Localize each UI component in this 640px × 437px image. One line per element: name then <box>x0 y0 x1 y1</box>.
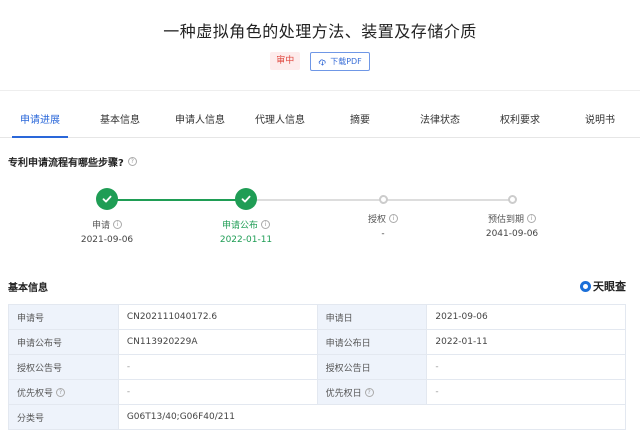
table-row: 申请公布号 CN113920229A 申请公布日 2022-01-11 <box>8 329 626 355</box>
step-label: 申请公布 i <box>186 218 306 231</box>
tab-description[interactable]: 说明书 <box>560 104 640 137</box>
table-value: CN113920229A <box>117 329 318 355</box>
step-apply-date: 2021-09-06 <box>80 235 134 245</box>
divider <box>0 90 640 91</box>
help-icon[interactable]: ? <box>56 387 66 397</box>
tab-legal-status[interactable]: 法律状态 <box>400 104 480 137</box>
table-row: 分类号 G06T13/40;G06F40/211 <box>8 404 627 430</box>
table-key: 申请公布日 <box>316 329 428 355</box>
help-icon[interactable]: i <box>527 214 536 223</box>
table-row: 优先权号? - 优先权日? - <box>8 379 626 405</box>
brand-logo[interactable]: 天眼查 <box>580 278 626 294</box>
table-value: G06T13/40;G06F40/211 <box>117 404 627 430</box>
basic-info-title: 基本信息 <box>8 283 48 294</box>
process-question: 专利申请流程有哪些步骤? ? <box>8 154 137 169</box>
step-apply-label: 申请 <box>91 221 110 231</box>
check-icon <box>96 188 118 210</box>
basic-info-table: 申请号 CN202111040172.6 申请日 2021-09-06 申请公布… <box>8 304 627 430</box>
step-expiry-label: 预估到期 <box>487 215 524 225</box>
help-icon[interactable]: i <box>389 214 398 223</box>
tab-applicant-info[interactable]: 申请人信息 <box>160 104 240 137</box>
brand-name: 天眼查 <box>593 280 626 293</box>
table-key: 申请日 <box>316 304 428 330</box>
step-publication-label: 申请公布 <box>221 221 258 231</box>
table-key: 申请公布号 <box>8 329 119 355</box>
table-value: - <box>426 379 626 405</box>
tab-bar: 申请进展 基本信息 申请人信息 代理人信息 摘要 法律状态 权利要求 说明书 <box>0 104 640 138</box>
tianyancha-logo-icon <box>580 280 591 292</box>
pending-dot-icon <box>378 195 388 204</box>
table-key: 优先权日? <box>316 379 428 405</box>
header-badges: 审中 下载PDF <box>0 52 640 71</box>
step-grant-date: - <box>381 229 385 239</box>
tab-basic-info[interactable]: 基本信息 <box>80 104 160 137</box>
progress-steps: 申请 i 2021-09-06 申请公布 i 2022-01-11 授权 i -… <box>0 186 640 256</box>
tab-abstract[interactable]: 摘要 <box>320 104 400 137</box>
tab-agent-info[interactable]: 代理人信息 <box>240 104 320 137</box>
table-row: 授权公告号 - 授权公告日 - <box>8 354 626 380</box>
status-badge: 审中 <box>270 52 301 70</box>
cloud-download-icon <box>318 59 326 66</box>
table-value: 2022-01-11 <box>426 329 626 355</box>
tab-claims[interactable]: 权利要求 <box>480 104 560 137</box>
step-expiry: 预估到期 i 2041-09-06 <box>452 186 572 239</box>
step-grant: 授权 i - <box>323 186 443 239</box>
table-value: CN202111040172.6 <box>117 304 318 330</box>
step-publication: 申请公布 i 2022-01-11 <box>186 186 306 245</box>
table-key: 分类号 <box>8 404 119 430</box>
table-key: 优先权号? <box>8 379 119 405</box>
table-key: 授权公告号 <box>8 354 119 380</box>
help-icon[interactable]: i <box>113 220 122 229</box>
step-label: 授权 i <box>323 212 443 225</box>
table-key: 授权公告日 <box>316 354 428 380</box>
tab-progress[interactable]: 申请进展 <box>0 104 80 138</box>
help-icon[interactable]: i <box>261 220 270 229</box>
step-expiry-date: 2041-09-06 <box>485 229 539 239</box>
help-icon[interactable]: ? <box>127 157 137 166</box>
table-key: 申请号 <box>8 304 119 330</box>
priority-no-label: 优先权号 <box>17 388 54 399</box>
step-publication-date: 2022-01-11 <box>219 235 273 245</box>
table-value: 2021-09-06 <box>426 304 626 330</box>
patent-title: 一种虚拟角色的处理方法、装置及存储介质 <box>163 22 477 41</box>
priority-date-label: 优先权日 <box>325 388 362 399</box>
process-question-text: 专利申请流程有哪些步骤? <box>8 158 124 169</box>
table-row: 申请号 CN202111040172.6 申请日 2021-09-06 <box>8 304 626 330</box>
step-grant-label: 授权 <box>367 215 386 225</box>
step-apply: 申请 i 2021-09-06 <box>47 186 167 245</box>
help-icon[interactable]: ? <box>364 387 374 397</box>
check-icon <box>235 188 257 210</box>
step-label: 申请 i <box>47 218 167 231</box>
pending-dot-icon <box>507 195 517 204</box>
download-pdf-button[interactable]: 下载PDF <box>310 52 370 71</box>
table-value: - <box>117 379 318 405</box>
table-value: - <box>426 354 626 380</box>
step-label: 预估到期 i <box>452 212 572 225</box>
table-value: - <box>117 354 318 380</box>
download-pdf-label: 下载PDF <box>330 57 362 66</box>
